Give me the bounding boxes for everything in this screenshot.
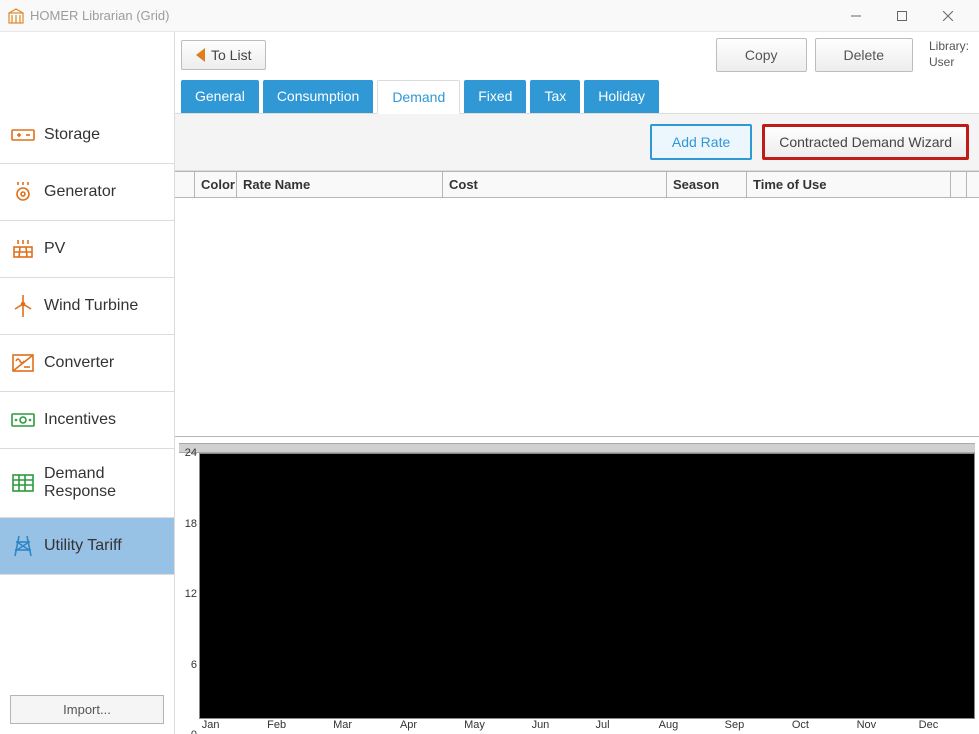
schedule-chart: 24 18 12 6 0 Jan Feb Mar Apr May [179,443,975,734]
sidebar-item-wind-turbine[interactable]: Wind Turbine [0,278,174,335]
x-tick: Oct [792,719,809,731]
col-action-2 [967,172,979,198]
x-tick: Mar [333,719,352,731]
sidebar-item-incentives[interactable]: Incentives [0,392,174,449]
rates-table-body [175,198,979,436]
col-cost[interactable]: Cost [443,172,667,198]
to-list-button[interactable]: To List [181,40,266,70]
x-tick: Jul [595,719,609,731]
to-list-label: To List [211,47,251,63]
x-tick: Sep [725,719,745,731]
sidebar-item-label: Utility Tariff [44,537,122,555]
converter-icon [10,351,36,375]
chart-resize-handle[interactable] [179,443,975,453]
library-value: User [929,55,969,71]
x-tick: Aug [659,719,679,731]
tab-holiday[interactable]: Holiday [584,80,659,113]
wind-turbine-icon [10,294,36,318]
col-selector [175,172,195,198]
sidebar-item-label: Converter [44,354,114,372]
content-toolbar: To List Copy Delete Library: User [175,32,979,72]
y-tick: 18 [185,518,197,530]
x-tick: Apr [400,719,417,731]
col-rate-name[interactable]: Rate Name [237,172,443,198]
storage-icon [10,123,36,147]
x-tick: May [464,719,485,731]
demand-response-icon [10,471,36,495]
incentives-icon [10,408,36,432]
window-titlebar: HOMER Librarian (Grid) [0,0,979,32]
library-info: Library: User [929,39,969,70]
tab-demand[interactable]: Demand [377,80,460,114]
y-tick: 6 [191,659,197,671]
sidebar: Storage Generator PV Wind Turbine Conver [0,32,175,734]
delete-button[interactable]: Delete [815,38,913,72]
x-tick: Feb [267,719,286,731]
sidebar-item-label: Demand Response [44,465,164,501]
add-rate-button[interactable]: Add Rate [650,124,752,160]
col-color[interactable]: Color [195,172,237,198]
tab-general[interactable]: General [181,80,259,113]
sidebar-item-storage[interactable]: Storage [0,107,174,164]
window-title: HOMER Librarian (Grid) [30,8,169,23]
app-icon [8,8,24,24]
copy-button[interactable]: Copy [716,38,807,72]
chart-plot-area[interactable] [199,453,975,719]
window-close-button[interactable] [925,0,971,32]
col-action-1 [951,172,967,198]
chart-y-axis: 24 18 12 6 0 [179,453,199,734]
x-tick: Jun [532,719,550,731]
contracted-demand-wizard-button[interactable]: Contracted Demand Wizard [762,124,969,160]
content-area: To List Copy Delete Library: User Genera… [175,32,979,734]
generator-icon [10,180,36,204]
utility-tariff-icon [10,534,36,558]
rates-table: Color Rate Name Cost Season Time of Use [175,171,979,437]
sidebar-item-label: Wind Turbine [44,297,138,315]
import-button[interactable]: Import... [10,695,164,724]
sidebar-item-label: PV [44,240,65,258]
sidebar-item-utility-tariff[interactable]: Utility Tariff [0,518,174,575]
x-tick: Nov [857,719,877,731]
sidebar-item-label: Generator [44,183,116,201]
tab-fixed[interactable]: Fixed [464,80,526,113]
pv-icon [10,237,36,261]
chart-x-axis: Jan Feb Mar Apr May Jun Jul Aug Sep Oct … [199,719,975,734]
back-arrow-icon [196,48,205,62]
y-tick: 24 [185,447,197,459]
col-season[interactable]: Season [667,172,747,198]
window-maximize-button[interactable] [879,0,925,32]
y-tick: 12 [185,588,197,600]
col-time-of-use[interactable]: Time of Use [747,172,951,198]
tab-actions-row: Add Rate Contracted Demand Wizard [175,114,979,171]
y-tick: 0 [191,729,197,734]
sidebar-item-generator[interactable]: Generator [0,164,174,221]
sidebar-item-label: Storage [44,126,100,144]
sidebar-item-converter[interactable]: Converter [0,335,174,392]
sidebar-item-label: Incentives [44,411,116,429]
sidebar-item-pv[interactable]: PV [0,221,174,278]
x-tick: Dec [919,719,939,731]
tab-bar: General Consumption Demand Fixed Tax Hol… [175,72,979,114]
x-tick: Jan [202,719,220,731]
tab-consumption[interactable]: Consumption [263,80,374,113]
library-label: Library: [929,39,969,55]
sidebar-item-demand-response[interactable]: Demand Response [0,449,174,518]
rates-table-header: Color Rate Name Cost Season Time of Use [175,172,979,198]
tab-tax[interactable]: Tax [530,80,580,113]
window-minimize-button[interactable] [833,0,879,32]
